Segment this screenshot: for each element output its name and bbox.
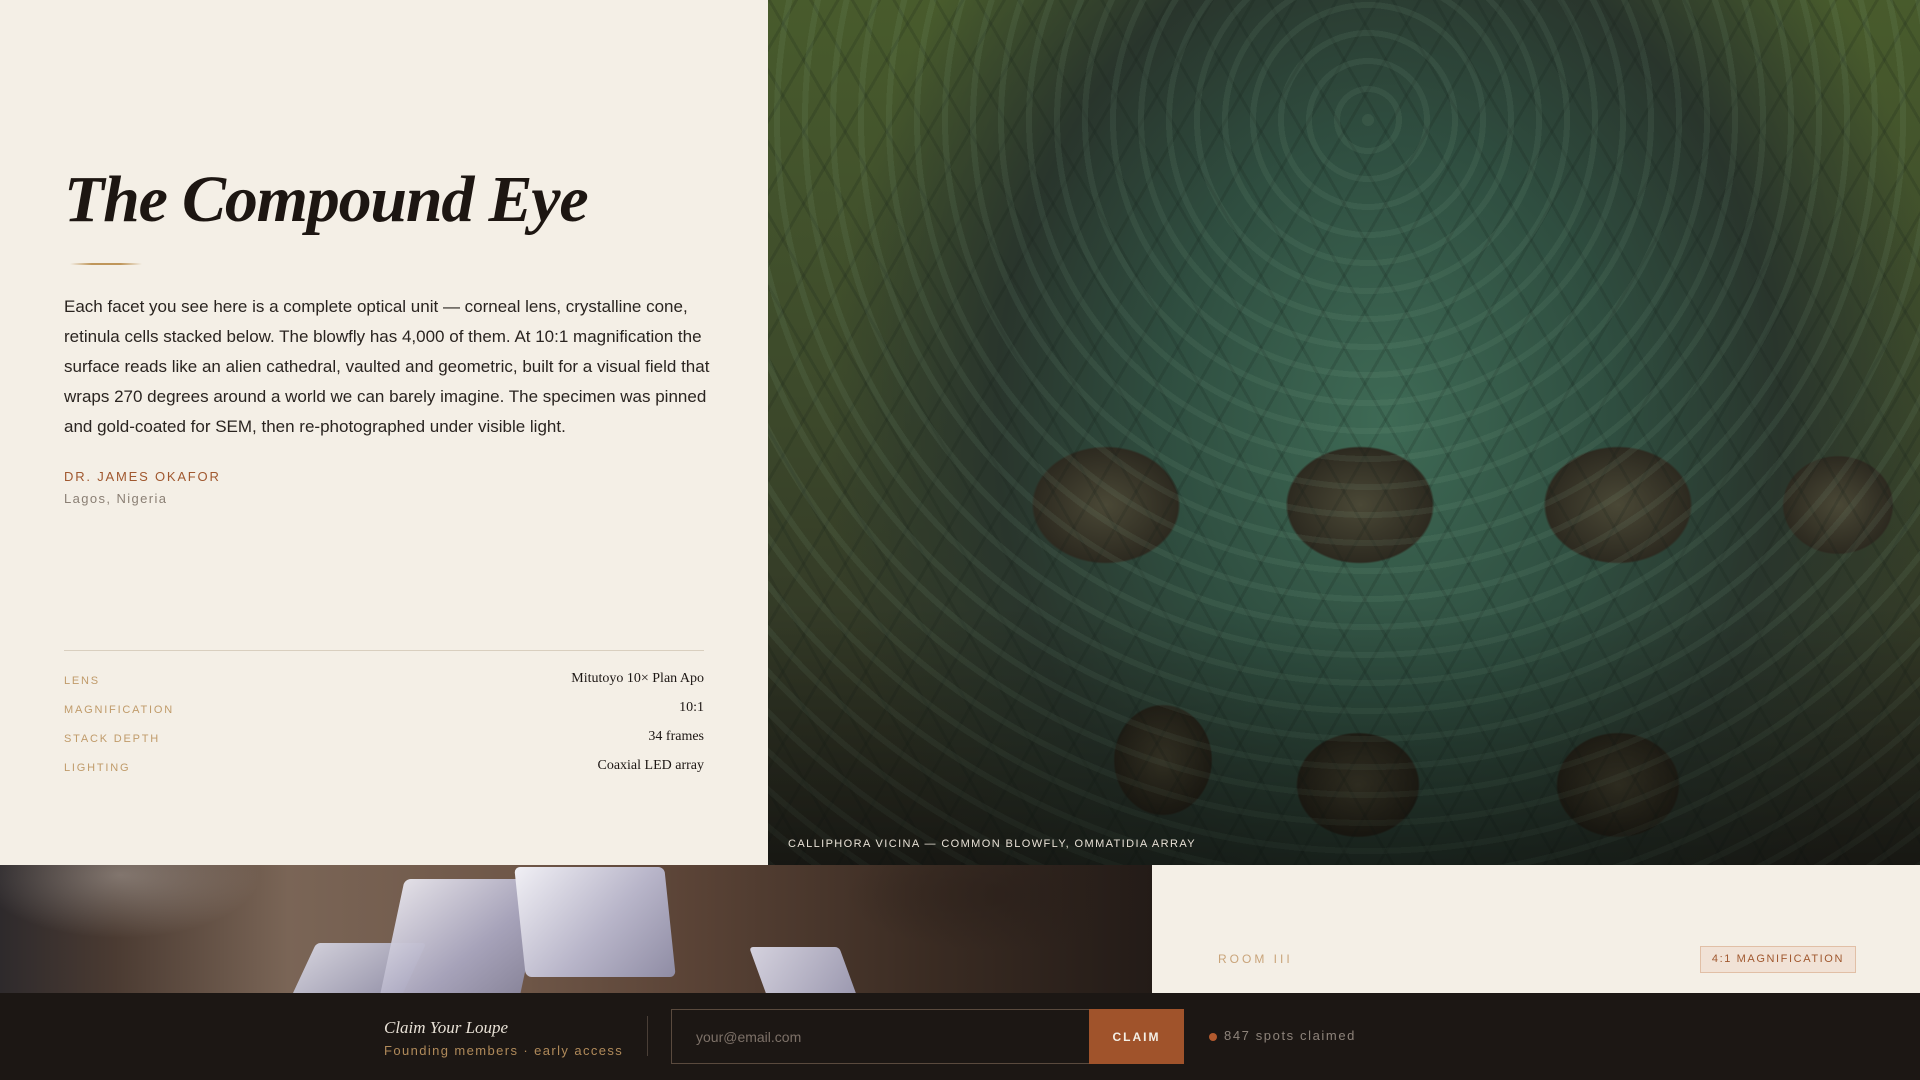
room-label: ROOM III	[1218, 952, 1293, 966]
room-card[interactable]: ROOM III 4:1 MAGNIFICATION	[1152, 865, 1920, 993]
spots-claimed-status: 847 spots claimed	[1224, 1028, 1356, 1043]
info-panel: The Compound Eye Each facet you see here…	[0, 0, 768, 865]
title-divider	[70, 263, 142, 265]
crystal-image	[0, 865, 1152, 993]
author-name: DR. JAMES OKAFOR	[64, 469, 221, 484]
status-dot-icon	[1209, 1033, 1217, 1041]
spec-row-stack-depth: STACK DEPTH 34 frames	[64, 726, 704, 755]
signup-bar: Claim Your Loupe Founding members · earl…	[0, 993, 1920, 1080]
spec-label: LENS	[64, 675, 100, 687]
spec-value: 10:1	[679, 700, 704, 715]
magnification-badge: 4:1 MAGNIFICATION	[1699, 946, 1856, 973]
hero-caption: CALLIPHORA VICINA — COMMON BLOWFLY, OMMA…	[788, 838, 1196, 850]
spec-table: LENS Mitutoyo 10× Plan Apo MAGNIFICATION…	[64, 668, 704, 784]
spec-label: MAGNIFICATION	[64, 704, 174, 716]
spec-row-magnification: MAGNIFICATION 10:1	[64, 697, 704, 726]
spec-row-lens: LENS Mitutoyo 10× Plan Apo	[64, 668, 704, 697]
author-location: Lagos, Nigeria	[64, 491, 168, 506]
spec-value: Coaxial LED array	[597, 758, 704, 773]
spec-label: STACK DEPTH	[64, 733, 160, 745]
signup-separator	[647, 1016, 648, 1056]
signup-subtitle: Founding members · early access	[384, 1043, 624, 1058]
spec-row-lighting: LIGHTING Coaxial LED array	[64, 755, 704, 784]
article-body: Each facet you see here is a complete op…	[64, 297, 710, 436]
claim-button[interactable]: CLAIM	[1089, 1009, 1184, 1064]
hero-vignette	[768, 0, 1920, 865]
hero-image-compound-eye: CALLIPHORA VICINA — COMMON BLOWFLY, OMMA…	[768, 0, 1920, 865]
spec-label: LIGHTING	[64, 762, 131, 774]
crystal-bokeh	[0, 865, 1152, 993]
spec-value: 34 frames	[648, 729, 704, 744]
spec-value: Mitutoyo 10× Plan Apo	[571, 671, 704, 686]
email-input[interactable]	[671, 1009, 1089, 1064]
signup-title: Claim Your Loupe	[384, 1018, 509, 1037]
page-title: The Compound Eye	[64, 163, 589, 236]
spec-divider	[64, 650, 704, 651]
